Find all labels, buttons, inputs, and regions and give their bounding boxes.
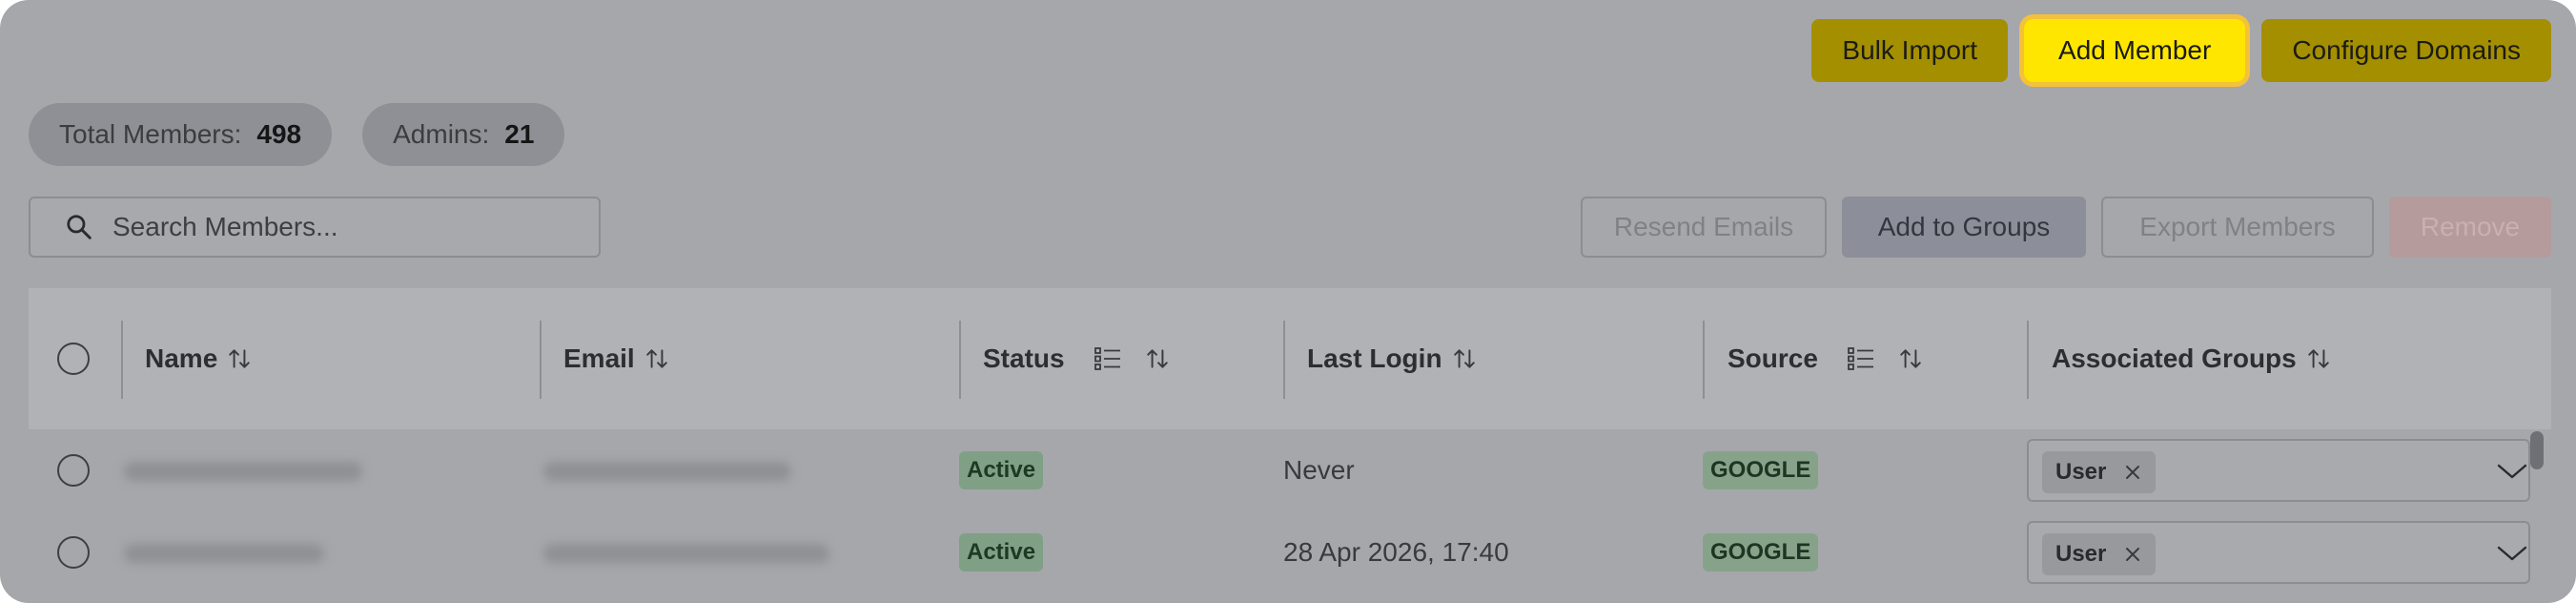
select-all-radio[interactable]: [57, 343, 90, 375]
admins-value: 21: [504, 119, 535, 149]
status-badge: Active: [959, 451, 1044, 489]
sort-icon[interactable]: [2306, 346, 2331, 371]
status-badge: Active: [959, 533, 1044, 572]
column-divider: [1703, 321, 1705, 399]
table-row[interactable]: Active 28 Apr 2026, 17:40 GOOGLE User: [29, 511, 2551, 593]
column-label-email: Email: [563, 343, 635, 373]
search-box[interactable]: [29, 197, 601, 258]
filter-list-icon[interactable]: [1847, 345, 1875, 372]
vertical-scrollbar[interactable]: [2530, 431, 2544, 469]
group-chip: User: [2042, 533, 2157, 575]
groups-select[interactable]: User: [2027, 521, 2530, 584]
admins-pill: Admins: 21: [362, 103, 565, 166]
admins-label: Admins:: [393, 119, 490, 149]
column-label-name: Name: [145, 343, 218, 373]
groups-select[interactable]: User: [2027, 439, 2530, 502]
column-label-status: Status: [983, 343, 1065, 373]
remove-x-icon[interactable]: [2123, 545, 2142, 564]
members-table: Name Email Status Last Login Source Asso…: [29, 288, 2551, 603]
export-members-button[interactable]: Export Members: [2101, 197, 2374, 258]
group-chip: User: [2042, 451, 2157, 493]
row-select-radio[interactable]: [57, 454, 90, 487]
column-header-last-login[interactable]: Last Login: [1307, 288, 1477, 429]
member-email-redacted: [543, 544, 829, 563]
total-members-value: 498: [256, 119, 302, 149]
column-divider: [121, 321, 123, 399]
top-actions: Bulk Import Add Member Configure Domains: [1811, 19, 2551, 82]
column-divider: [540, 321, 542, 399]
source-badge: GOOGLE: [1703, 533, 1819, 572]
add-member-button[interactable]: Add Member: [2024, 19, 2246, 82]
column-header-email[interactable]: Email: [563, 288, 669, 429]
remove-x-icon[interactable]: [2123, 463, 2142, 482]
source-badge: GOOGLE: [1703, 451, 1819, 489]
sort-icon[interactable]: [644, 346, 669, 371]
stats-pills: Total Members: 498 Admins: 21: [29, 103, 565, 166]
row-select-radio[interactable]: [57, 536, 90, 569]
group-chip-label: User: [2055, 541, 2107, 567]
modal-overlay-frame: Bulk Import Add Member Configure Domains…: [0, 0, 2576, 603]
sort-icon[interactable]: [1898, 346, 1923, 371]
member-name-redacted: [124, 462, 362, 481]
sort-icon[interactable]: [227, 346, 252, 371]
last-login-value: 28 Apr 2026, 17:40: [1283, 537, 1509, 567]
search-input[interactable]: [112, 212, 570, 242]
table-header: Name Email Status Last Login Source Asso…: [29, 288, 2551, 429]
sort-icon[interactable]: [1452, 346, 1477, 371]
table-row[interactable]: Active Never GOOGLE User: [29, 429, 2551, 511]
filter-list-icon[interactable]: [1094, 345, 1122, 372]
column-divider: [2027, 321, 2029, 399]
bulk-import-button[interactable]: Bulk Import: [1811, 19, 2009, 82]
add-to-groups-button[interactable]: Add to Groups: [1842, 197, 2086, 258]
remove-button[interactable]: Remove: [2389, 197, 2551, 258]
search-icon: [67, 215, 92, 239]
column-divider: [1283, 321, 1285, 399]
column-header-source[interactable]: Source: [1728, 288, 1923, 429]
member-name-redacted: [124, 544, 324, 563]
column-label-last-login: Last Login: [1307, 343, 1442, 373]
resend-emails-button[interactable]: Resend Emails: [1581, 197, 1827, 258]
column-label-groups: Associated Groups: [2052, 343, 2297, 373]
bulk-actions: Resend Emails Add to Groups Export Membe…: [1581, 197, 2551, 258]
last-login-value: Never: [1283, 455, 1355, 485]
group-chip-label: User: [2055, 459, 2107, 485]
member-email-redacted: [543, 462, 791, 481]
total-members-pill: Total Members: 498: [29, 103, 333, 166]
total-members-label: Total Members:: [59, 119, 242, 149]
column-header-status[interactable]: Status: [983, 288, 1170, 429]
chevron-down-icon[interactable]: [2496, 458, 2528, 489]
column-label-source: Source: [1728, 343, 1818, 373]
chevron-down-icon[interactable]: [2496, 540, 2528, 572]
sort-icon[interactable]: [1145, 346, 1170, 371]
column-header-name[interactable]: Name: [145, 288, 252, 429]
column-divider: [959, 321, 961, 399]
configure-domains-button[interactable]: Configure Domains: [2261, 19, 2551, 82]
column-header-groups[interactable]: Associated Groups: [2052, 288, 2331, 429]
